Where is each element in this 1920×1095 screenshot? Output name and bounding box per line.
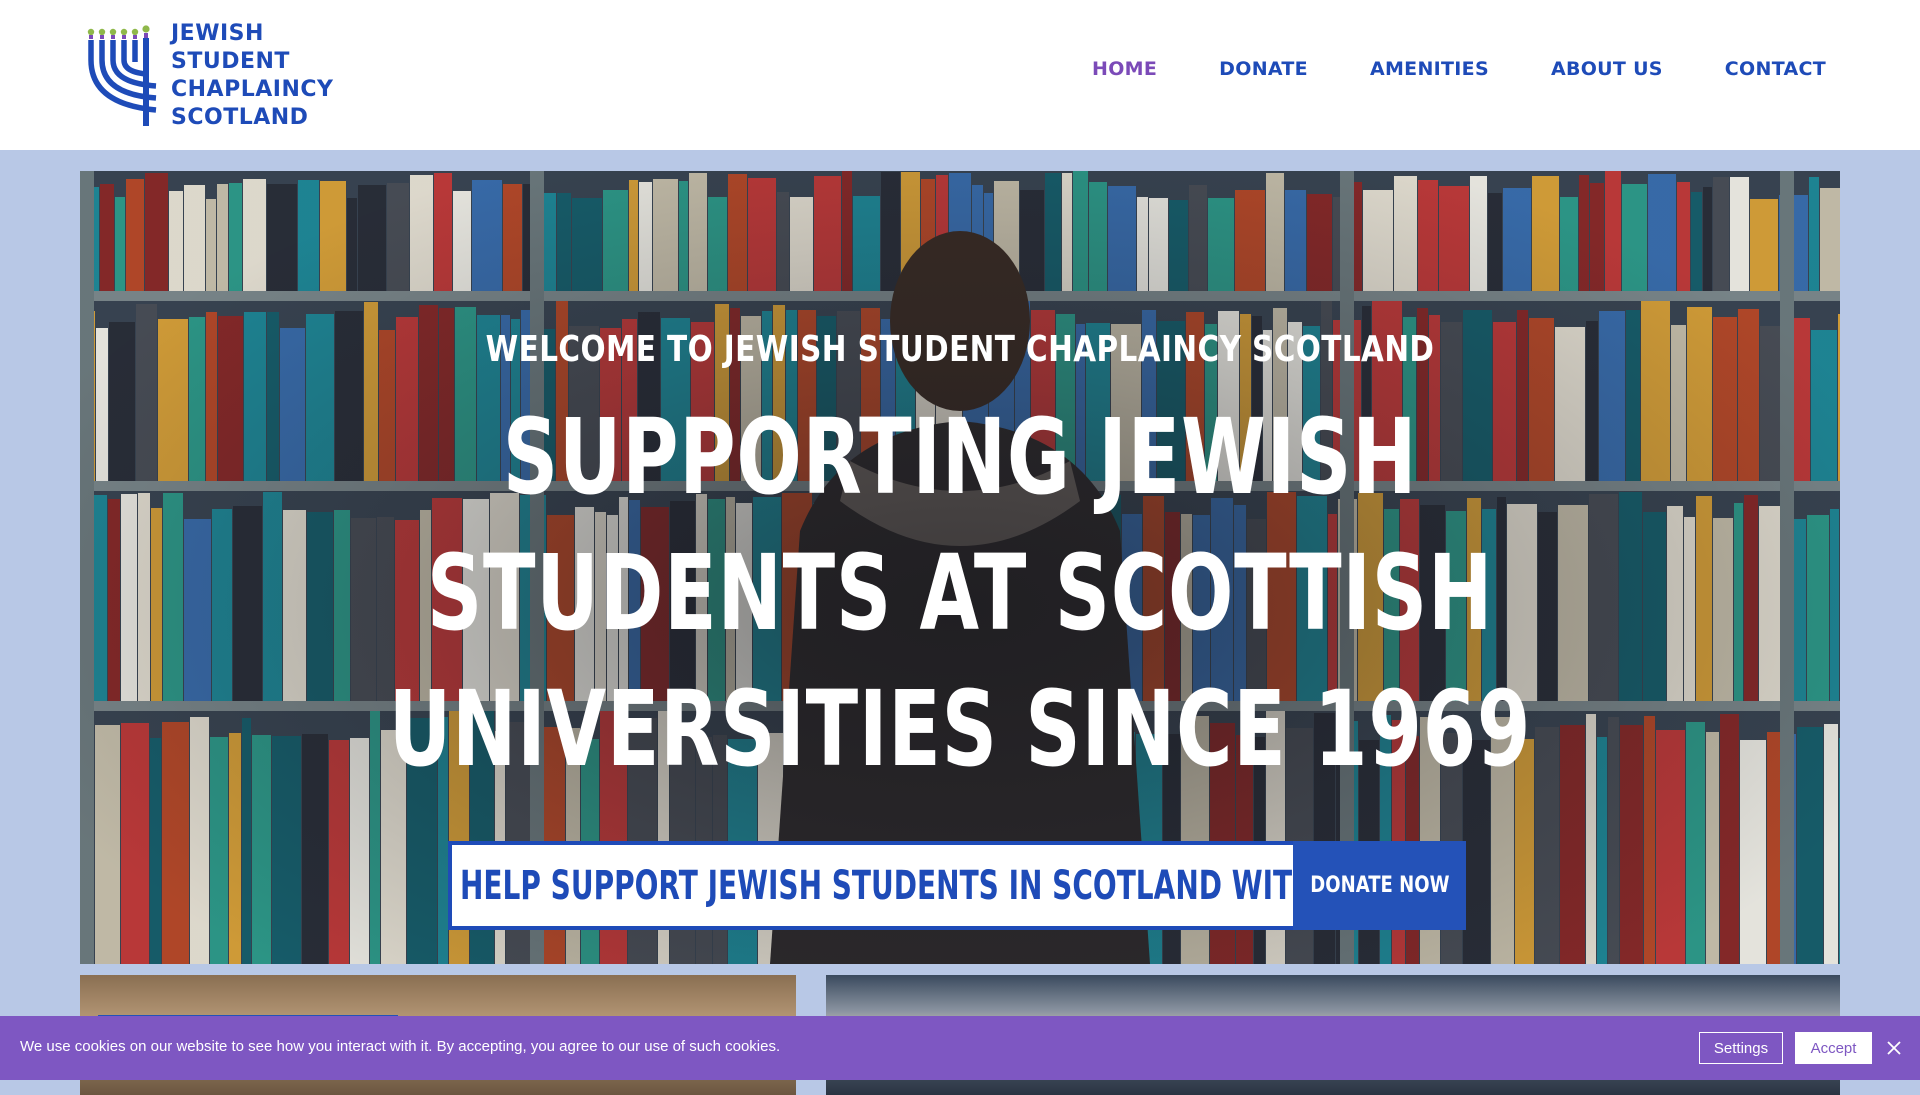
nav-home[interactable]: HOME <box>1092 58 1157 80</box>
logo-line: CHAPLAINCY <box>171 77 334 102</box>
hero-headline: SUPPORTING JEWISH STUDENTS AT SCOTTISH U… <box>80 389 1840 797</box>
cookie-consent-bar: We use cookies on our website to see how… <box>0 1016 1920 1080</box>
close-icon[interactable] <box>1886 1040 1902 1056</box>
donate-now-label: DONATE NOW <box>1309 873 1450 898</box>
nav-contact[interactable]: CONTACT <box>1725 58 1826 80</box>
hero-headline-line: STUDENTS AT SCOTTISH <box>426 532 1494 654</box>
cookie-accept-button[interactable]: Accept <box>1795 1032 1872 1064</box>
main-nav: HOME DONATE AMENITIES ABOUT US CONTACT <box>1030 58 1826 80</box>
menorah-icon <box>87 25 157 126</box>
cookie-settings-button[interactable]: Settings <box>1699 1032 1783 1064</box>
logo-line: STUDENT <box>171 49 290 74</box>
cta-message: HELP SUPPORT JEWISH STUDENTS IN SCOTLAND… <box>460 862 1293 909</box>
logo-wordmark: JEWISH STUDENT CHAPLAINCY SCOTLAND <box>171 20 333 132</box>
site-logo[interactable]: JEWISH STUDENT CHAPLAINCY SCOTLAND <box>86 20 333 130</box>
donate-cta: HELP SUPPORT JEWISH STUDENTS IN SCOTLAND… <box>448 841 1466 930</box>
nav-donate[interactable]: DONATE <box>1219 58 1308 80</box>
nav-amenities[interactable]: AMENITIES <box>1370 58 1489 80</box>
donate-now-button[interactable]: DONATE NOW <box>1293 841 1466 930</box>
cta-message-box: HELP SUPPORT JEWISH STUDENTS IN SCOTLAND… <box>448 841 1293 930</box>
hero-headline-line: UNIVERSITIES SINCE 1969 <box>388 668 1532 790</box>
nav-about-us[interactable]: ABOUT US <box>1551 58 1663 80</box>
logo-line: SCOTLAND <box>171 105 309 130</box>
hero-banner: WELCOME TO JEWISH STUDENT CHAPLAINCY SCO… <box>80 171 1840 964</box>
logo-line: JEWISH <box>171 21 264 46</box>
site-header: JEWISH STUDENT CHAPLAINCY SCOTLAND HOME … <box>0 0 1920 150</box>
hero-headline-line: SUPPORTING JEWISH <box>502 396 1418 518</box>
cookie-message: We use cookies on our website to see how… <box>20 1038 781 1055</box>
hero-eyebrow: WELCOME TO JEWISH STUDENT CHAPLAINCY SCO… <box>485 329 1435 370</box>
